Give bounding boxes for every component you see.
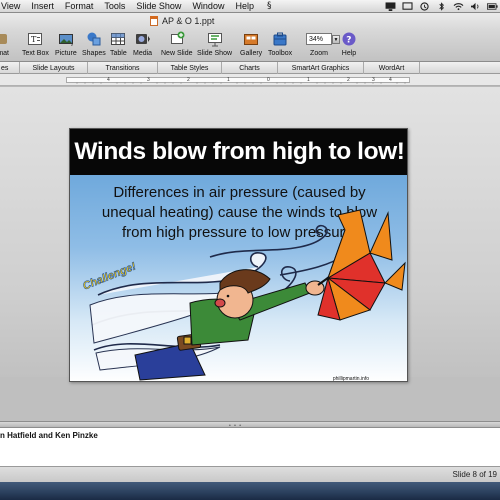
toolbar-label: Shapes: [82, 50, 106, 57]
notes-pane-divider[interactable]: • • •: [0, 421, 500, 429]
menu-slide-show[interactable]: Slide Show: [132, 0, 188, 13]
window-title-bar: AP & O 1.ppt: [0, 13, 500, 29]
menu-tools[interactable]: Tools: [100, 0, 132, 13]
script-menu-icon[interactable]: §: [261, 1, 278, 11]
wifi-icon[interactable]: [453, 2, 464, 11]
display-icon[interactable]: [385, 2, 396, 11]
slide-pane-lower-area: [0, 377, 500, 421]
powerpoint-document-icon: [150, 16, 158, 26]
toolbar-gallery-button[interactable]: Gallery: [240, 31, 262, 57]
tab-charts[interactable]: Charts: [222, 62, 278, 74]
clipart-credit: phillipmartin.info: [332, 376, 369, 382]
toolbar-slide-show-button[interactable]: Slide Show: [197, 31, 232, 57]
menu-bar: View Insert Format Tools Slide Show Wind…: [0, 0, 500, 13]
ruler-number: 0: [267, 77, 270, 83]
toolbar-label: Toolbox: [268, 50, 293, 57]
toolbar-media-button[interactable]: Media: [133, 31, 152, 57]
toolbar-picture-button[interactable]: Picture: [55, 31, 77, 57]
menu-format[interactable]: Format: [61, 0, 101, 13]
text-box-icon: T: [27, 31, 43, 47]
format-icon: [0, 31, 10, 47]
toolbar-format-button[interactable]: rmat: [0, 31, 10, 57]
ruler-number: 2: [347, 77, 350, 83]
inverted-umbrella: [317, 209, 406, 321]
tab-themes[interactable]: es: [0, 62, 20, 74]
media-icon: [135, 31, 151, 47]
standard-toolbar: rmat T Text Box Picture Shapes Table Med…: [0, 29, 500, 62]
toolbox-icon: [272, 31, 288, 47]
ruler-number: 4: [389, 77, 392, 83]
toolbar-label: Text Box: [22, 50, 49, 57]
toolbar-zoom-control[interactable]: 34% ▼ Zoom: [306, 31, 340, 57]
toolbar-text-box-button[interactable]: T Text Box: [22, 31, 49, 57]
tab-smartart-graphics[interactable]: SmartArt Graphics: [278, 62, 364, 74]
menu-window[interactable]: Window: [188, 0, 231, 13]
ruler-number: 3: [147, 77, 150, 83]
battery-icon[interactable]: [487, 2, 498, 11]
toolbar-table-button[interactable]: Table: [110, 31, 127, 57]
time-machine-icon[interactable]: [419, 2, 430, 11]
new-slide-icon: [169, 31, 185, 47]
ruler-number: 1: [307, 77, 310, 83]
svg-text:T: T: [31, 35, 37, 44]
desktop-dock: [0, 482, 500, 500]
svg-text:?: ?: [346, 36, 351, 46]
toolbar-label: Media: [133, 50, 153, 57]
zoom-dropdown-icon[interactable]: ▼: [332, 35, 340, 44]
notes-text[interactable]: n Hatfield and Ken Pinzke: [0, 431, 98, 440]
status-bar: Slide 8 of 19: [0, 466, 500, 482]
ruler-number: 2: [187, 77, 190, 83]
ruler-number: 1: [227, 77, 230, 83]
zoom-input[interactable]: 34% ▼: [306, 33, 340, 45]
help-icon: ?: [341, 31, 357, 47]
screen-icon[interactable]: [402, 2, 413, 11]
tab-table-styles[interactable]: Table Styles: [158, 62, 222, 74]
bluetooth-icon[interactable]: [436, 2, 447, 11]
document-title: AP & O 1.ppt: [150, 16, 214, 26]
current-slide[interactable]: Winds blow from high to low! Differences…: [69, 128, 408, 382]
gallery-icon: [243, 31, 259, 47]
menu-extras: [385, 0, 498, 13]
toolbar-label: Slide Show: [197, 50, 233, 57]
toolbar-new-slide-button[interactable]: New Slide: [161, 31, 193, 57]
toolbar-toolbox-button[interactable]: Toolbox: [268, 31, 292, 57]
tab-transitions[interactable]: Transitions: [88, 62, 158, 74]
tab-wordart[interactable]: WordArt: [364, 62, 420, 74]
volume-icon[interactable]: [470, 2, 481, 11]
toolbar-label: rmat: [0, 50, 9, 57]
toolbar-label: New Slide: [161, 50, 193, 57]
toolbar-shapes-button[interactable]: Shapes: [82, 31, 106, 57]
tab-slide-layouts[interactable]: Slide Layouts: [20, 62, 88, 74]
slide-title[interactable]: Winds blow from high to low!: [70, 129, 407, 175]
toolbar-label: Gallery: [240, 50, 263, 57]
window-title: AP & O 1.ppt: [162, 16, 215, 26]
slide-show-icon: [207, 31, 223, 47]
toolbar-label: Zoom: [310, 50, 328, 57]
picture-icon: [58, 31, 74, 47]
ruler-number: 3: [372, 77, 375, 83]
ruler-number: 4: [107, 77, 110, 83]
menu-insert[interactable]: Insert: [27, 0, 61, 13]
slide-count: Slide 8 of 19: [452, 470, 497, 479]
ruler-bar: 4 3 2 1 0 1 2 3 4: [0, 74, 500, 86]
wind-umbrella-clipart[interactable]: Challenge!: [70, 175, 408, 382]
notes-pane[interactable]: n Hatfield and Ken Pinzke: [0, 428, 500, 466]
windblown-person: [134, 269, 325, 381]
toolbar-help-button[interactable]: ? Help: [341, 31, 357, 57]
table-icon: [110, 31, 126, 47]
elements-gallery-tabs: es Slide Layouts Transitions Table Style…: [0, 62, 500, 74]
slide-body[interactable]: Differences in air pressure (caused by u…: [70, 175, 408, 382]
menu-help[interactable]: Help: [231, 0, 261, 13]
shapes-icon: [86, 31, 102, 47]
toolbar-label: Help: [341, 50, 357, 57]
menu-view[interactable]: View: [0, 0, 27, 13]
zoom-value: 34%: [309, 35, 324, 43]
toolbar-label: Picture: [55, 50, 77, 57]
toolbar-label: Table: [110, 50, 127, 57]
horizontal-ruler[interactable]: 4 3 2 1 0 1 2 3 4: [66, 77, 410, 84]
